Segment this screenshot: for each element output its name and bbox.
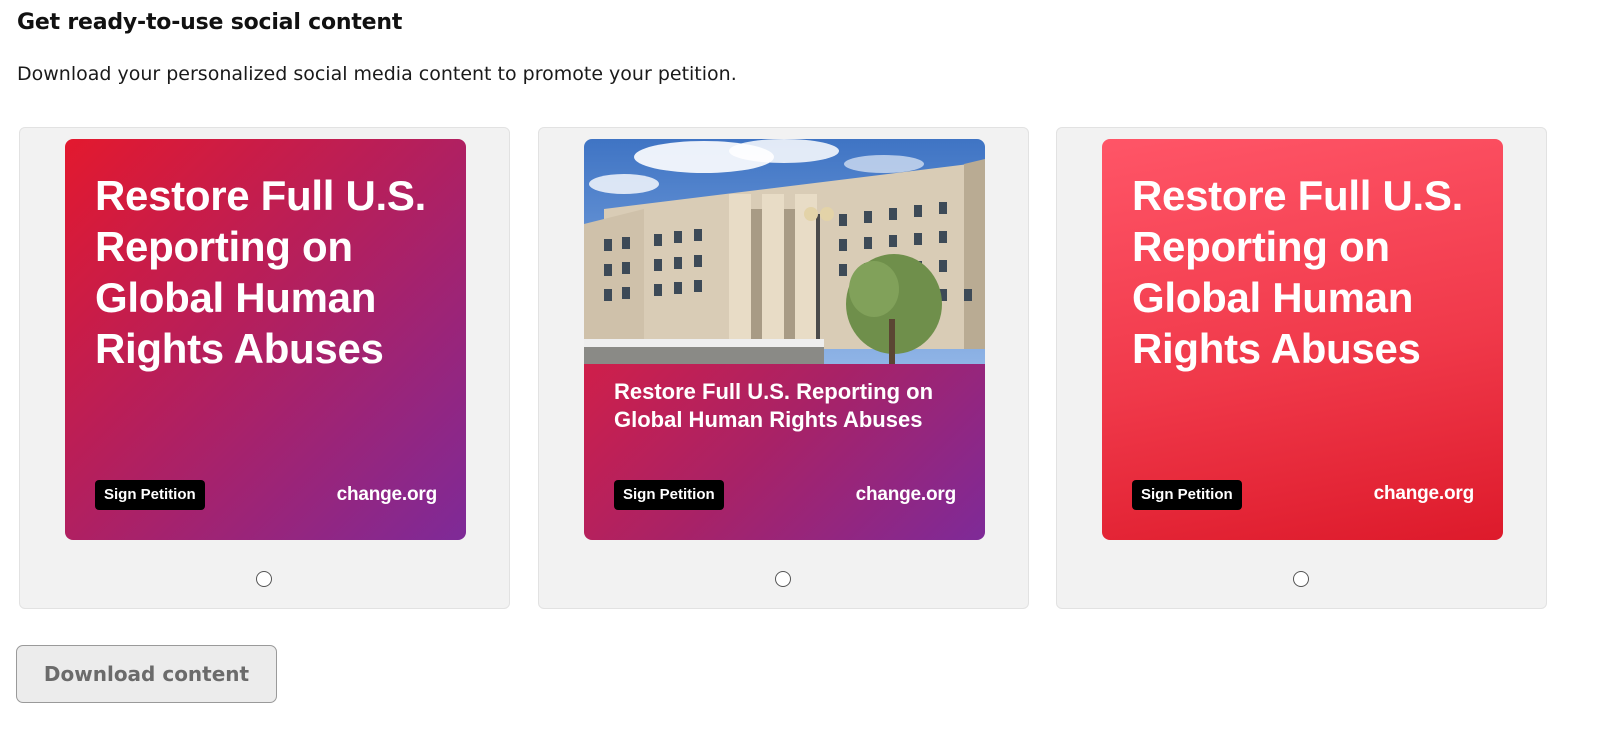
brand-logo: change.org: [1373, 483, 1475, 504]
building-photo: [584, 139, 985, 364]
petition-title: Restore Full U.S. Reporting on Global Hu…: [614, 379, 934, 432]
sign-petition-badge: Sign Petition: [95, 480, 205, 510]
select-radio[interactable]: [775, 571, 791, 587]
download-content-button[interactable]: Download content: [16, 645, 277, 703]
social-image-preview: Restore Full U.S. Reporting on Global Hu…: [584, 139, 985, 540]
sign-petition-badge: Sign Petition: [614, 480, 724, 510]
petition-title: Restore Full U.S. Reporting on Global Hu…: [95, 172, 426, 372]
brand-logo: change.org: [336, 484, 438, 505]
social-content-card-3[interactable]: Restore Full U.S. Reporting on Global Hu…: [1056, 127, 1547, 609]
social-image-preview: Restore Full U.S. Reporting on Global Hu…: [1102, 139, 1503, 540]
page-subtitle: Download your personalized social media …: [17, 63, 737, 85]
select-radio[interactable]: [1293, 571, 1309, 587]
sign-petition-badge: Sign Petition: [1132, 480, 1242, 510]
petition-title: Restore Full U.S. Reporting on Global Hu…: [1132, 172, 1463, 372]
brand-logo: change.org: [855, 484, 957, 505]
social-image-preview: Restore Full U.S. Reporting on Global Hu…: [65, 139, 466, 540]
page-heading: Get ready-to-use social content: [17, 10, 403, 35]
social-content-card-1[interactable]: Restore Full U.S. Reporting on Global Hu…: [19, 127, 510, 609]
title-strip: Restore Full U.S. Reporting on Global Hu…: [584, 364, 985, 540]
select-radio[interactable]: [256, 571, 272, 587]
social-content-card-2[interactable]: Restore Full U.S. Reporting on Global Hu…: [538, 127, 1029, 609]
